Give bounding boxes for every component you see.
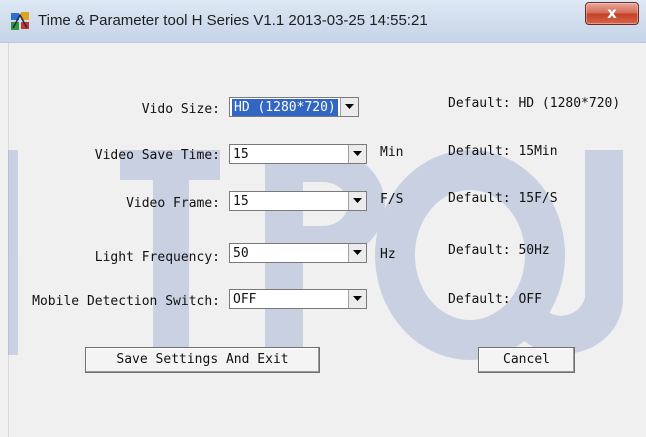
light-frequency-default: Default: 50Hz bbox=[448, 243, 550, 258]
chevron-down-icon bbox=[353, 198, 362, 203]
cancel-button[interactable]: Cancel bbox=[478, 347, 575, 373]
light-frequency-label: Light Frequency: bbox=[94, 250, 220, 265]
video-size-default: Default: HD (1280*720) bbox=[448, 96, 621, 111]
save-settings-button[interactable]: Save Settings And Exit bbox=[85, 347, 320, 373]
video-size-value: HD (1280*720) bbox=[232, 99, 338, 116]
video-size-label: Vido Size: bbox=[141, 102, 220, 117]
video-save-time-dropdown-button[interactable] bbox=[348, 145, 366, 163]
video-frame-unit: F/S bbox=[380, 192, 404, 207]
video-save-time-value: 15 bbox=[233, 147, 249, 162]
title-bar[interactable]: Time & Parameter tool H Series V1.1 2013… bbox=[0, 0, 646, 43]
video-frame-value: 15 bbox=[233, 194, 249, 209]
video-frame-label: Video Frame: bbox=[126, 196, 220, 211]
mobile-detection-dropdown-button[interactable] bbox=[348, 290, 366, 308]
video-frame-select[interactable]: 15 bbox=[229, 191, 367, 211]
video-save-time-unit: Min bbox=[380, 145, 404, 160]
video-save-time-select[interactable]: 15 bbox=[229, 144, 367, 164]
video-save-time-default: Default: 15Min bbox=[448, 144, 558, 159]
close-icon: x bbox=[607, 4, 617, 22]
video-frame-default: Default: 15F/S bbox=[448, 191, 558, 206]
light-frequency-unit: Hz bbox=[380, 247, 396, 262]
close-button[interactable]: x bbox=[585, 2, 639, 25]
light-frequency-dropdown-button[interactable] bbox=[348, 244, 366, 262]
mobile-detection-default: Default: OFF bbox=[448, 292, 542, 307]
video-size-select[interactable]: HD (1280*720) bbox=[229, 97, 359, 117]
video-frame-dropdown-button[interactable] bbox=[348, 192, 366, 210]
window-title: Time & Parameter tool H Series V1.1 2013… bbox=[38, 12, 428, 29]
video-size-dropdown-button[interactable] bbox=[340, 98, 358, 116]
light-frequency-select[interactable]: 50 bbox=[229, 243, 367, 263]
light-frequency-value: 50 bbox=[233, 246, 249, 261]
mobile-detection-select[interactable]: OFF bbox=[229, 289, 367, 309]
chevron-down-icon bbox=[345, 104, 354, 109]
app-window: Time & Parameter tool H Series V1.1 2013… bbox=[0, 0, 646, 437]
chevron-down-icon bbox=[353, 151, 362, 156]
chevron-down-icon bbox=[353, 296, 362, 301]
chevron-down-icon bbox=[353, 250, 362, 255]
mobile-detection-value: OFF bbox=[233, 292, 257, 307]
video-save-time-label: Video Save Time: bbox=[94, 148, 220, 163]
mobile-detection-label: Mobile Detection Switch: bbox=[32, 294, 220, 309]
app-icon bbox=[11, 12, 29, 30]
